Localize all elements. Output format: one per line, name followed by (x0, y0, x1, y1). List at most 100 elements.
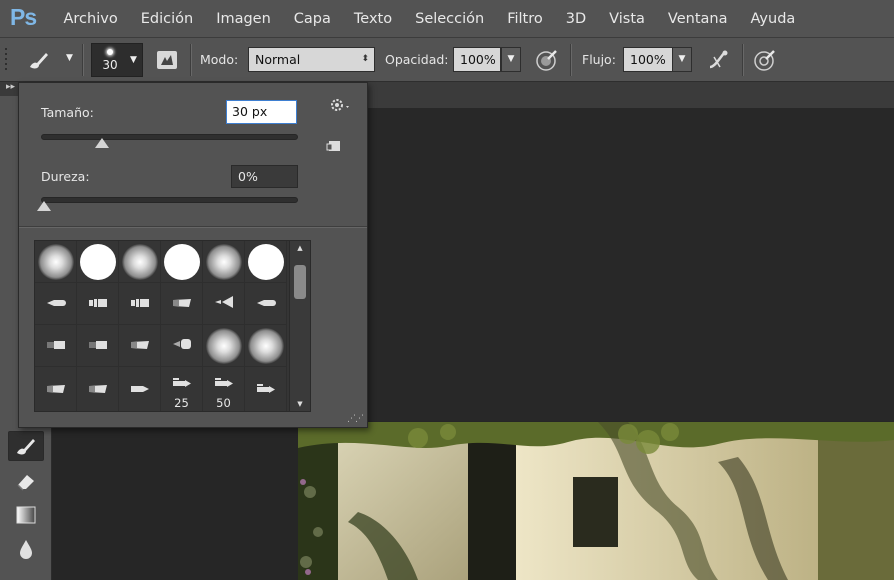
brush-preset[interactable] (119, 283, 161, 325)
blur-tool-button[interactable] (8, 534, 44, 564)
tool-preset-brush-icon[interactable] (26, 47, 52, 73)
airbrush-icon[interactable] (706, 47, 732, 73)
hard-round-brush-icon (163, 243, 200, 280)
size-slider-thumb[interactable] (94, 138, 109, 148)
menu-seleccion[interactable]: Selección (404, 11, 496, 27)
brush-tool-button[interactable] (8, 431, 44, 461)
menu-imagen[interactable]: Imagen (205, 11, 283, 27)
brush-preset-picker-panel: Tamaño: 30 px Dureza: 0% 25 50 ▲ ▼ ⋰⋰ (18, 82, 368, 428)
eraser-tool-button[interactable] (8, 466, 44, 496)
tip-angled-brush-icon (45, 380, 67, 399)
brush-preset[interactable]: 50 (203, 367, 245, 411)
brush-preset[interactable] (77, 241, 119, 283)
menu-edicion[interactable]: Edición (129, 11, 204, 27)
brush-presets-list: 25 50 ▲ ▼ (34, 240, 311, 412)
options-bar-grip[interactable] (4, 46, 10, 74)
menu-bar: Ps Archivo Edición Imagen Capa Texto Selecció… (0, 0, 894, 38)
brush-preset[interactable] (119, 241, 161, 283)
tool-preset-caret-icon[interactable]: ▼ (66, 53, 73, 63)
flow-input[interactable]: 100% (623, 47, 673, 72)
brush-preset[interactable] (161, 241, 203, 283)
menu-capa[interactable]: Capa (282, 11, 342, 27)
separator (82, 44, 83, 76)
soft-round-brush-icon (205, 327, 242, 364)
opacity-input[interactable]: 100% (453, 47, 501, 72)
brush-preset[interactable] (161, 325, 203, 367)
tip-flat-brush-icon (87, 336, 109, 355)
document-image[interactable] (298, 422, 894, 580)
tip-angled-brush-icon (87, 380, 109, 399)
brush-preset-picker[interactable]: 30 ▼ (91, 43, 143, 77)
tip-pointed-brush-icon (129, 380, 151, 399)
menu-filtro[interactable]: Filtro (496, 11, 555, 27)
brush-preset[interactable] (77, 283, 119, 325)
tip-blunt-brush-icon (171, 336, 193, 355)
gear-icon[interactable] (329, 97, 351, 117)
brush-preset[interactable]: 25 (161, 367, 203, 411)
scroll-up-arrow-icon[interactable]: ▲ (290, 244, 310, 252)
chevron-down-icon: ▼ (130, 55, 137, 65)
scrollbar-thumb[interactable] (294, 265, 306, 299)
tip-round-brush-icon (255, 294, 277, 313)
brush-preset[interactable] (245, 241, 287, 283)
tip-pencil-brush-icon (171, 374, 193, 393)
mode-label: Modo: (200, 52, 239, 67)
size-slider-track[interactable] (41, 134, 298, 140)
tip-angled-brush-icon (171, 294, 193, 313)
brush-preset[interactable] (35, 283, 77, 325)
gradient-tool-button[interactable] (8, 500, 44, 530)
brush-preset[interactable] (77, 367, 119, 411)
tip-round-brush-icon (45, 294, 67, 313)
hardness-slider-track[interactable] (41, 197, 298, 203)
brush-preset[interactable] (161, 283, 203, 325)
hardness-label: Dureza: (41, 169, 90, 184)
hardness-slider-thumb[interactable] (37, 201, 51, 211)
brush-preset[interactable] (245, 367, 287, 411)
brush-preset[interactable] (245, 325, 287, 367)
brush-preset[interactable] (77, 325, 119, 367)
size-label: Tamaño: (41, 105, 94, 120)
flow-dropdown-button[interactable]: ▼ (672, 47, 692, 72)
menu-archivo[interactable]: Archivo (52, 11, 129, 27)
brush-size-label: 30 (102, 58, 118, 72)
tip-fan-brush-icon (213, 294, 235, 313)
brush-panel-toggle-icon[interactable] (154, 47, 180, 73)
hardness-input[interactable]: 0% (231, 165, 298, 188)
new-preset-icon[interactable] (326, 138, 342, 157)
photoshop-logo[interactable]: Ps (10, 4, 37, 31)
opacity-value: 100% (460, 52, 496, 67)
brush-preset[interactable] (119, 325, 161, 367)
flow-label: Flujo: (582, 52, 616, 67)
brush-preset[interactable] (203, 241, 245, 283)
menu-3d[interactable]: 3D (554, 11, 597, 27)
menu-vista[interactable]: Vista (598, 11, 657, 27)
opacity-dropdown-button[interactable]: ▼ (501, 47, 521, 72)
brush-preset[interactable] (203, 283, 245, 325)
mode-dropdown[interactable]: Normal ⬍ (248, 47, 375, 72)
menu-ayuda[interactable]: Ayuda (739, 11, 807, 27)
soft-round-brush-icon (247, 327, 284, 364)
opacity-label: Opacidad: (385, 52, 449, 67)
tip-pencil-brush-icon (213, 374, 235, 393)
brush-preset[interactable] (35, 325, 77, 367)
hard-round-brush-icon (79, 243, 116, 280)
scroll-down-arrow-icon[interactable]: ▼ (290, 400, 310, 408)
menu-texto[interactable]: Texto (342, 11, 403, 27)
brush-preset[interactable] (119, 367, 161, 411)
brush-preset[interactable] (203, 325, 245, 367)
brush-preset[interactable] (245, 283, 287, 325)
size-input[interactable]: 30 px (226, 100, 297, 124)
brush-preset[interactable] (35, 241, 77, 283)
menu-ventana[interactable]: Ventana (656, 11, 739, 27)
airbrush-opacity-icon[interactable] (534, 47, 560, 73)
soft-round-brush-icon (205, 243, 242, 280)
tip-flat-brush-icon (45, 336, 67, 355)
pressure-size-icon[interactable] (752, 47, 778, 73)
mode-value: Normal (255, 52, 301, 67)
presets-scrollbar[interactable]: ▲ ▼ (289, 241, 310, 411)
updown-caret-icon: ⬍ (361, 54, 369, 64)
separator (190, 44, 191, 76)
brush-preset[interactable] (35, 367, 77, 411)
soft-round-brush-icon (121, 243, 158, 280)
resize-grip-icon[interactable]: ⋰⋰ (347, 414, 364, 424)
